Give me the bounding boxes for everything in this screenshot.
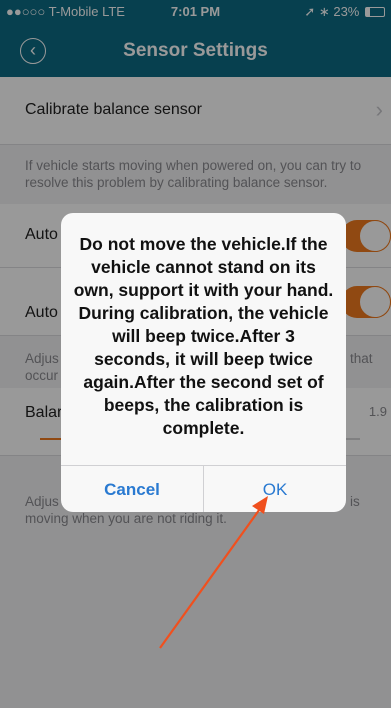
arrow-shaft (159, 505, 263, 649)
arrow-head (252, 496, 268, 514)
annotation-arrow (159, 496, 268, 649)
